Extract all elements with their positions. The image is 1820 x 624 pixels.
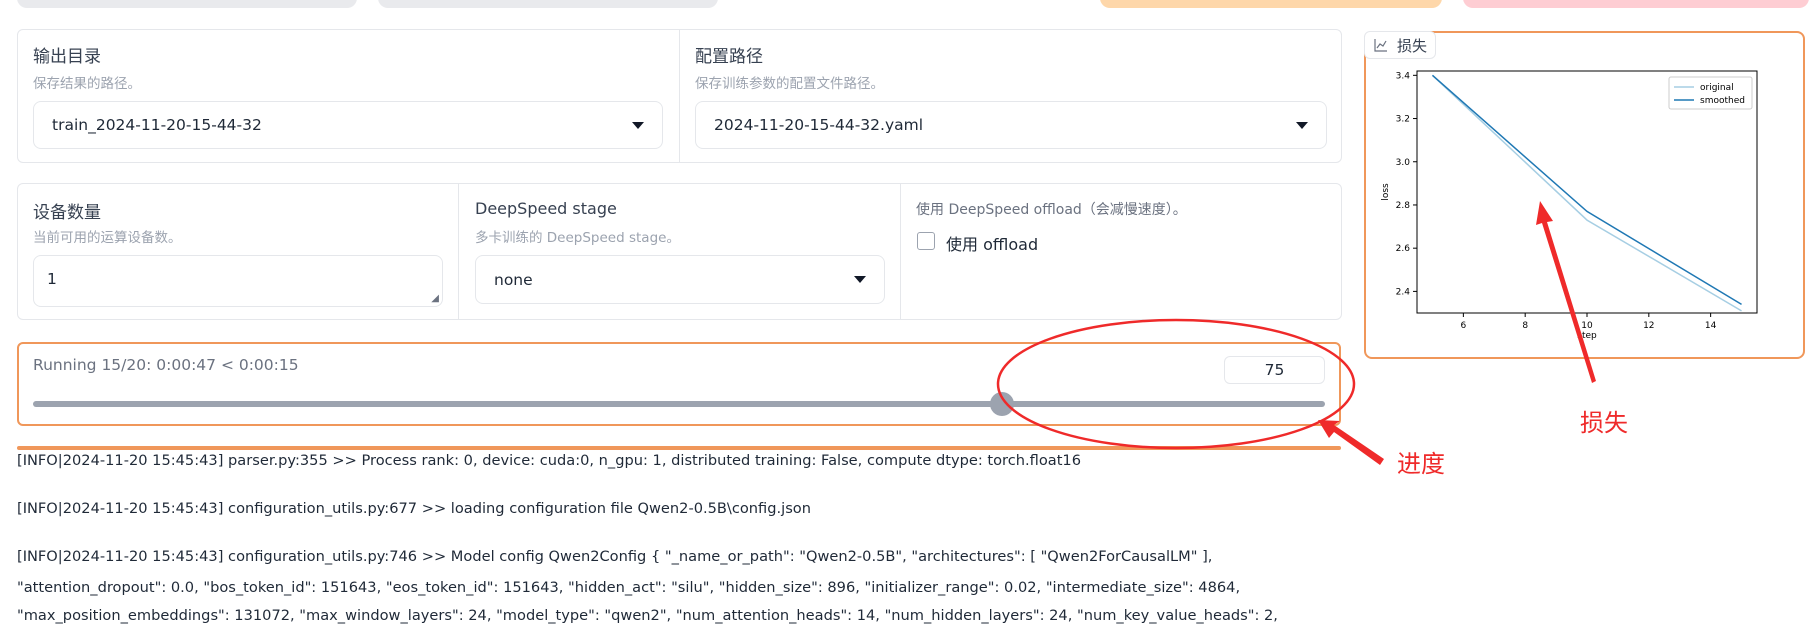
config-path-hint: 保存训练参数的配置文件路径。 (695, 76, 884, 92)
y-tick-label: 3.4 (1396, 71, 1411, 81)
slider-thumb[interactable] (990, 392, 1014, 416)
deepspeed-stage-value: none (494, 270, 533, 289)
progress-value: 75 (1264, 361, 1285, 379)
y-tick-label: 2.4 (1396, 287, 1411, 297)
x-tick-label: 8 (1522, 321, 1528, 331)
device-count-label: 设备数量 (33, 203, 101, 223)
config-path-select[interactable]: 2024-11-20-15-44-32.yaml (695, 101, 1327, 149)
slider-track (33, 401, 1325, 407)
y-tick-label: 2.8 (1396, 201, 1411, 211)
device-count-input[interactable]: 1 ◢ (33, 255, 443, 307)
progress-status: Running 15/20: 0:00:47 < 0:00:15 (33, 356, 299, 374)
progress-slider[interactable] (33, 392, 1325, 416)
chevron-down-icon (1296, 121, 1308, 129)
progress-panel (17, 342, 1341, 426)
resize-handle-icon[interactable]: ◢ (431, 293, 439, 304)
chevron-down-icon (854, 276, 866, 283)
series-line-smoothed (1431, 74, 1742, 305)
x-tick-label: 14 (1705, 321, 1717, 331)
config-path-value: 2024-11-20-15-44-32.yaml (714, 116, 924, 134)
log-line: [INFO|2024-11-20 15:45:43] configuration… (17, 548, 1213, 565)
x-axis-label: step (1577, 331, 1597, 341)
x-tick-label: 6 (1460, 321, 1466, 331)
chart-icon (1374, 39, 1387, 52)
y-tick-label: 3.2 (1396, 115, 1410, 125)
legend-label-original: original (1700, 83, 1734, 93)
progress-value-box[interactable]: 75 (1224, 356, 1325, 384)
output-dir-select[interactable]: train_2024-11-20-15-44-32 (33, 101, 663, 149)
deepspeed-stage-hint: 多卡训练的 DeepSpeed stage。 (475, 230, 680, 246)
x-tick-label: 12 (1643, 321, 1654, 331)
output-dir-value: train_2024-11-20-15-44-32 (52, 116, 262, 134)
config-path-label: 配置路径 (695, 47, 763, 67)
top-button-4[interactable] (1463, 0, 1809, 8)
output-dir-label: 输出目录 (33, 47, 101, 67)
log-line: [INFO|2024-11-20 15:45:43] configuration… (17, 500, 811, 517)
device-count-hint: 当前可用的运算设备数。 (33, 230, 182, 246)
y-tick-label: 2.6 (1396, 244, 1411, 254)
series-line-original (1431, 74, 1742, 312)
paths-divider (679, 29, 680, 163)
offload-checkbox-label[interactable]: 使用 offload (946, 231, 1038, 255)
log-line: [INFO|2024-11-20 15:45:43] parser.py:355… (17, 452, 1081, 469)
loss-tab-label: 损失 (1397, 36, 1428, 55)
loss-note: 损失 (1580, 409, 1628, 437)
y-tick-label: 3.0 (1396, 158, 1411, 168)
progress-note: 进度 (1397, 450, 1445, 478)
top-button-2[interactable] (378, 0, 718, 8)
chevron-down-icon (632, 121, 644, 129)
device-count-value: 1 (47, 270, 57, 288)
top-button-3[interactable] (1100, 0, 1442, 8)
progress-underline (17, 446, 1341, 450)
top-button-1[interactable] (17, 0, 357, 8)
y-axis-label: loss (1381, 183, 1391, 201)
legend-label-smoothed: smoothed (1700, 96, 1745, 106)
progress-annotation-arrow (1318, 420, 1384, 465)
output-dir-hint: 保存结果的路径。 (33, 76, 141, 92)
log-line: "max_position_embeddings": 131072, "max_… (17, 607, 1278, 624)
offload-checkbox[interactable] (917, 232, 935, 250)
log-line: "attention_dropout": 0.0, "bos_token_id"… (17, 579, 1241, 596)
loss-chart: 6 8 10 12 14 2.4 2.6 2.8 3.0 3.2 3.4 step loss origin… (1381, 70, 1758, 341)
deepspeed-offload-label: 使用 DeepSpeed offload（会减慢速度）。 (916, 202, 1187, 218)
x-tick-label: 10 (1581, 321, 1593, 331)
device-divider-1 (458, 183, 459, 320)
loss-tab[interactable]: 损失 (1364, 31, 1436, 59)
deepspeed-stage-select[interactable]: none (475, 255, 885, 304)
deepspeed-stage-label: DeepSpeed stage (475, 199, 617, 218)
device-divider-2 (900, 183, 901, 320)
